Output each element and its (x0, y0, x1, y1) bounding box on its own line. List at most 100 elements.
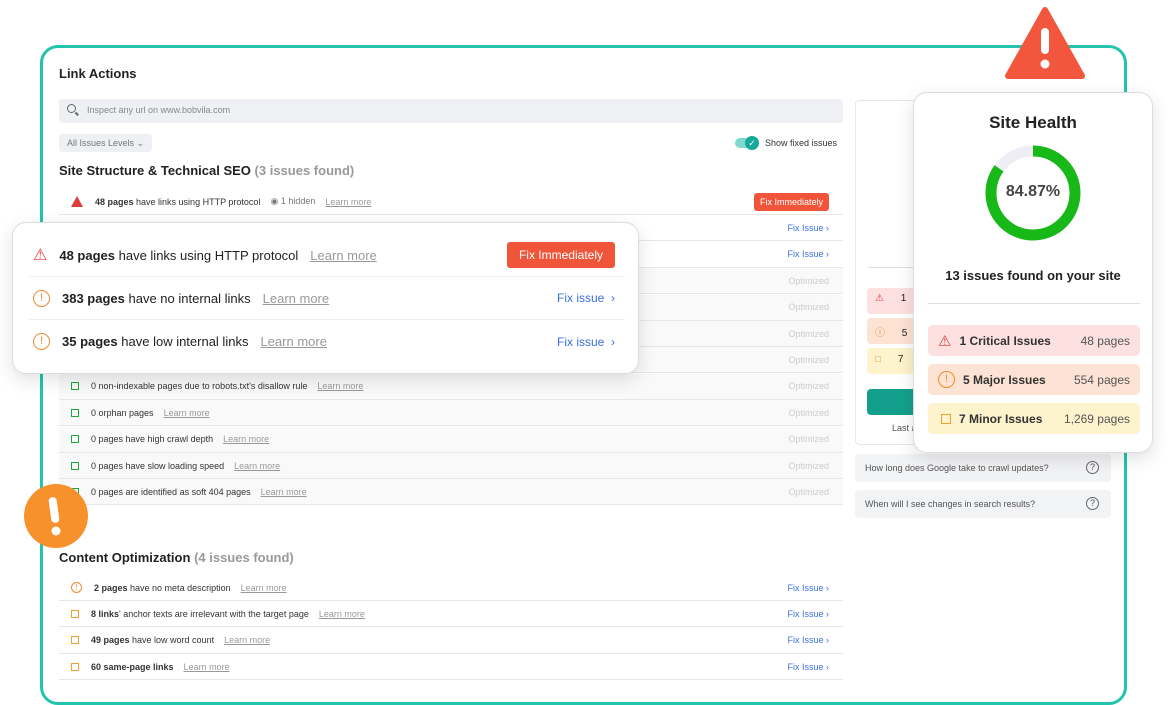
faq-item[interactable]: When will I see changes in search result… (855, 490, 1111, 518)
partial-count: 7 (897, 354, 904, 365)
issue-row: 0 pages have high crawl depth Learn more O… (59, 426, 843, 453)
optimized-status: Optimized (788, 407, 829, 418)
issue-text: 2 pages have no meta description (94, 582, 231, 593)
optimized-status: Optimized (788, 354, 829, 365)
optimized-status: Optimized (788, 486, 829, 497)
issue-text: 48 pages have links using HTTP protocol (95, 196, 261, 207)
fix-issue-button[interactable]: Fix Issue › (787, 635, 829, 645)
check-icon: ✓ (745, 136, 759, 150)
issue-row: 8 links' anchor texts are irrelevant wit… (59, 601, 843, 628)
hidden-count[interactable]: ◉ 1 hidden (270, 196, 315, 207)
issue-text: 48 pages have links using HTTP protocol (59, 247, 299, 263)
fix-issue-button[interactable]: Fix Issue › (787, 609, 829, 619)
square-icon (71, 636, 79, 645)
section-title-text: Site Structure & Technical SEO (59, 163, 251, 178)
fix-issue-button[interactable]: Fix issue › (557, 335, 615, 349)
alert-circle-icon: ! (71, 582, 82, 593)
search-icon (67, 104, 76, 113)
chevron-down-icon: ⌄ (136, 138, 145, 148)
learn-more-link[interactable]: Learn more (263, 291, 329, 306)
learn-more-link[interactable]: Learn more (234, 461, 280, 471)
fix-immediately-button[interactable]: Fix Immediately (753, 192, 829, 211)
issue-row: 0 pages have slow loading speed Learn mor… (59, 453, 843, 479)
dropdown-label: All Issues Levels (67, 138, 135, 148)
toggle-label: Show fixed issues (765, 138, 838, 148)
issue-text: 0 non-indexable pages due to robots.txt'… (91, 381, 308, 392)
issue-row: 48 pages have links using HTTP protocol ◉… (59, 189, 843, 215)
issue-row: 49 pages have low word count Learn more Fi… (59, 628, 843, 654)
critical-issues-row[interactable]: ⚠ 1 Critical Issues 48 pages (928, 325, 1140, 356)
square-icon (71, 609, 79, 618)
page-title: Link Actions (59, 66, 137, 81)
warning-triangle-icon (1005, 7, 1085, 79)
section-count: (4 issues found) (194, 550, 294, 565)
help-icon: ? (1086, 461, 1099, 474)
square-icon (71, 461, 79, 470)
learn-more-link[interactable]: Learn more (317, 381, 363, 391)
square-icon (71, 382, 79, 391)
learn-more-link[interactable]: Learn more (261, 487, 307, 497)
warning-icon (71, 196, 83, 207)
warning-icon: ⚠ (33, 247, 48, 264)
fix-issue-button[interactable]: Fix Issue › (787, 583, 829, 593)
learn-more-link[interactable]: Learn more (319, 609, 365, 619)
square-icon (71, 435, 79, 444)
issue-row: ! 383 pages have no internal links Learn m… (29, 277, 625, 320)
learn-more-link[interactable]: Learn more (325, 197, 371, 207)
show-fixed-toggle[interactable]: ✓ (735, 136, 759, 150)
warning-icon: ⚠ (938, 332, 952, 350)
partial-count: 1 (900, 293, 907, 304)
page-count: 554 pages (1073, 372, 1130, 387)
issue-text: 0 pages have high crawl depth (91, 434, 214, 445)
health-score: 84.87% (1005, 183, 1061, 200)
learn-more-link[interactable]: Learn more (164, 408, 210, 418)
fix-issue-button[interactable]: Fix Issue › (787, 223, 829, 233)
learn-more-link[interactable]: Learn more (241, 583, 287, 593)
issue-text: 0 pages are identified as soft 404 pages (91, 486, 251, 497)
search-input[interactable]: Inspect any url on www.bobvila.com (59, 99, 843, 123)
issue-row: ! 35 pages have low internal links Learn m… (29, 320, 625, 363)
help-icon: ? (1086, 497, 1099, 510)
issue-text: 0 orphan pages (91, 407, 154, 418)
optimized-status: Optimized (788, 381, 829, 392)
issue-row: 0 orphan pages Learn more Optimized (59, 400, 843, 427)
alert-badge-icon (24, 484, 88, 548)
issue-level-dropdown[interactable]: All Issues Levels ⌄ (59, 134, 153, 152)
highlighted-issues-card: ⚠ 48 pages have links using HTTP protocol… (12, 222, 639, 374)
issue-row: 0 non-indexable pages due to robots.txt'… (59, 373, 843, 400)
fix-issue-button[interactable]: Fix Issue › (787, 249, 829, 259)
optimized-status: Optimized (788, 434, 829, 445)
optimized-status: Optimized (788, 275, 829, 286)
fix-issue-button[interactable]: Fix Issue › (787, 662, 829, 672)
square-icon (71, 662, 79, 671)
site-health-card: Site Health 84.87% 13 issues found on yo… (913, 92, 1153, 453)
learn-more-link[interactable]: Learn more (184, 662, 230, 672)
major-issues-row[interactable]: ! 5 Major Issues 554 pages (928, 364, 1140, 395)
issue-text: 383 pages have no internal links (62, 290, 251, 306)
issue-text: 8 links' anchor texts are irrelevant wit… (91, 608, 309, 619)
section-title: Content Optimization (4 issues found) (59, 550, 294, 565)
square-icon (941, 413, 951, 424)
issue-row: 60 same-page links Learn more Fix Issue › (59, 654, 843, 681)
partial-count: 5 (901, 328, 908, 339)
page-count: 48 pages (1080, 333, 1130, 348)
fix-issue-button[interactable]: Fix issue › (557, 291, 615, 305)
issue-row: ! 2 pages have no meta description Learn m… (59, 575, 843, 601)
optimized-status: Optimized (788, 328, 829, 339)
alert-circle-icon: ⓘ (875, 328, 885, 339)
optimized-status: Optimized (788, 460, 829, 471)
learn-more-link[interactable]: Learn more (310, 248, 376, 263)
learn-more-link[interactable]: Learn more (223, 434, 269, 444)
search-placeholder: Inspect any url on www.bobvila.com (87, 105, 231, 115)
fix-immediately-button[interactable]: Fix Immediately (506, 242, 615, 268)
warning-icon: ⚠ (875, 293, 884, 304)
alert-circle-icon: ! (938, 371, 955, 388)
learn-more-link[interactable]: Learn more (224, 635, 270, 645)
issue-text: 35 pages have low internal links (62, 334, 249, 349)
site-health-title: Site Health (989, 113, 1077, 132)
learn-more-link[interactable]: Learn more (260, 334, 326, 349)
faq-text: When will I see changes in search result… (865, 499, 1036, 509)
page-count: 1,269 pages (1063, 411, 1130, 426)
minor-issues-row[interactable]: 7 Minor Issues 1,269 pages (928, 403, 1140, 434)
faq-item[interactable]: How long does Google take to crawl updat… (855, 454, 1111, 482)
